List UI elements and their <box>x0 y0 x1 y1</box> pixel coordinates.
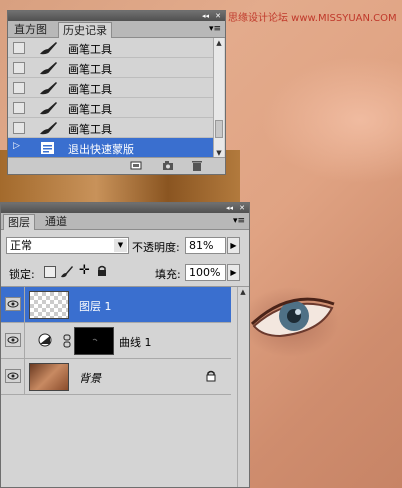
trash-icon[interactable] <box>191 160 203 171</box>
lock-fill-row: 锁定: ✛ 填充: 100% ▶ <box>1 260 249 287</box>
history-item[interactable]: 画笔工具 <box>8 38 215 58</box>
close-icon[interactable]: ✕ <box>239 203 245 213</box>
scroll-thumb[interactable] <box>215 120 223 138</box>
history-item-label: 画笔工具 <box>68 43 112 56</box>
brush-icon <box>40 102 57 115</box>
panel-titlebar[interactable]: ◂◂ ✕ <box>1 203 249 213</box>
layer-row[interactable]: 曲线 1 <box>1 323 231 359</box>
tab-channels[interactable]: 通道 <box>41 214 71 229</box>
snapshot-checkbox[interactable] <box>13 82 25 94</box>
visibility-eye-icon[interactable] <box>5 369 21 383</box>
layer-mask-thumbnail[interactable] <box>74 327 114 355</box>
fill-label: 填充: <box>155 268 181 281</box>
divider <box>24 287 25 322</box>
history-item-label: 画笔工具 <box>68 83 112 96</box>
history-item-selected[interactable]: ▷ 退出快速蒙版 <box>8 138 215 158</box>
history-footer <box>8 157 225 174</box>
visibility-eye-icon[interactable] <box>5 297 21 311</box>
fill-value: 100% <box>189 266 221 279</box>
opacity-input[interactable]: 81% <box>185 237 226 254</box>
snapshot-camera-icon[interactable] <box>162 160 174 171</box>
layer-name[interactable]: 图层 1 <box>79 298 112 314</box>
history-list: 画笔工具 画笔工具 画笔工具 画笔工具 画笔工具 ▷ 退出快速蒙版 <box>8 38 227 158</box>
snapshot-checkbox[interactable] <box>13 122 25 134</box>
divider <box>24 323 25 358</box>
panel-menu-icon[interactable]: ▾≡ <box>233 216 245 226</box>
snapshot-checkbox[interactable] <box>13 62 25 74</box>
photo-eye <box>250 297 335 338</box>
history-item[interactable]: 画笔工具 <box>8 58 215 78</box>
layer-row[interactable]: 背景 <box>1 359 231 395</box>
chain-link-icon[interactable] <box>63 334 71 348</box>
brush-icon <box>40 42 57 55</box>
fill-slider-arrow-icon[interactable]: ▶ <box>227 264 240 281</box>
lock-label: 锁定: <box>9 268 35 281</box>
history-item-label: 画笔工具 <box>68 123 112 136</box>
collapse-icon[interactable]: ◂◂ <box>226 203 233 213</box>
history-tab-row: 直方图 历史记录 ▾≡ <box>8 21 225 38</box>
divider <box>24 359 25 394</box>
collapse-icon[interactable]: ◂◂ <box>202 11 209 21</box>
watermark: 思缘设计论坛 www.MISSYUAN.COM <box>228 13 397 24</box>
layer-name[interactable]: 背景 <box>79 370 101 386</box>
brush-icon <box>40 82 57 95</box>
blend-mode-value: 正常 <box>10 239 32 252</box>
lock-all-icon[interactable] <box>97 265 107 277</box>
snapshot-checkbox[interactable] <box>13 102 25 114</box>
lock-icon <box>206 370 216 382</box>
layer-name[interactable]: 曲线 1 <box>119 334 152 350</box>
layer-row-selected[interactable]: 图层 1 <box>1 287 231 323</box>
history-item[interactable]: 画笔工具 <box>8 78 215 98</box>
chevron-down-icon: ▼ <box>114 239 127 252</box>
brush-icon <box>40 122 57 135</box>
lock-paint-brush-icon[interactable] <box>60 265 73 278</box>
snapshot-checkbox[interactable] <box>13 42 25 54</box>
curves-adjustment-icon[interactable] <box>38 333 52 347</box>
lock-move-icon[interactable]: ✛ <box>79 263 90 278</box>
scroll-up-icon[interactable]: ▲ <box>238 287 248 297</box>
lock-transparency-icon[interactable] <box>44 266 56 278</box>
history-item-label: 画笔工具 <box>68 103 112 116</box>
history-scrollbar[interactable]: ▲ ▼ <box>213 38 224 158</box>
history-panel: ◂◂ ✕ 直方图 历史记录 ▾≡ 画笔工具 画笔工具 画笔工具 画笔工具 画笔工… <box>7 10 226 175</box>
layers-tab-row: 图层 通道 ▾≡ <box>1 213 249 230</box>
opacity-value: 81% <box>189 239 214 252</box>
tab-histogram[interactable]: 直方图 <box>10 22 51 37</box>
quick-mask-icon <box>41 142 54 154</box>
history-item-label: 退出快速蒙版 <box>68 143 134 156</box>
layers-panel: ◂◂ ✕ 图层 通道 ▾≡ 正常 ▼ 不透明度: 81% ▶ 锁定: ✛ 填充:… <box>0 202 250 488</box>
brush-icon <box>40 62 57 75</box>
layers-list: 图层 1 曲线 1 背景 <box>1 287 249 487</box>
panel-titlebar[interactable]: ◂◂ ✕ <box>8 11 225 21</box>
history-state-marker: ▷ <box>13 141 20 151</box>
tab-layers[interactable]: 图层 <box>3 214 35 230</box>
scroll-up-icon[interactable]: ▲ <box>214 38 224 48</box>
history-item[interactable]: 画笔工具 <box>8 118 215 138</box>
opacity-label: 不透明度: <box>132 241 180 254</box>
panel-menu-icon[interactable]: ▾≡ <box>209 24 221 34</box>
layer-thumbnail[interactable] <box>29 291 69 319</box>
layer-thumbnail[interactable] <box>29 363 69 391</box>
blend-opacity-row: 正常 ▼ 不透明度: 81% ▶ <box>1 234 249 258</box>
blend-mode-select[interactable]: 正常 ▼ <box>6 237 129 254</box>
close-icon[interactable]: ✕ <box>215 11 221 21</box>
layers-scrollbar[interactable]: ▲ <box>237 287 248 487</box>
tab-history[interactable]: 历史记录 <box>58 22 112 38</box>
opacity-slider-arrow-icon[interactable]: ▶ <box>227 237 240 254</box>
fill-input[interactable]: 100% <box>185 264 226 281</box>
new-document-from-state-icon[interactable] <box>130 160 142 171</box>
visibility-eye-icon[interactable] <box>5 333 21 347</box>
history-item[interactable]: 画笔工具 <box>8 98 215 118</box>
history-item-label: 画笔工具 <box>68 63 112 76</box>
